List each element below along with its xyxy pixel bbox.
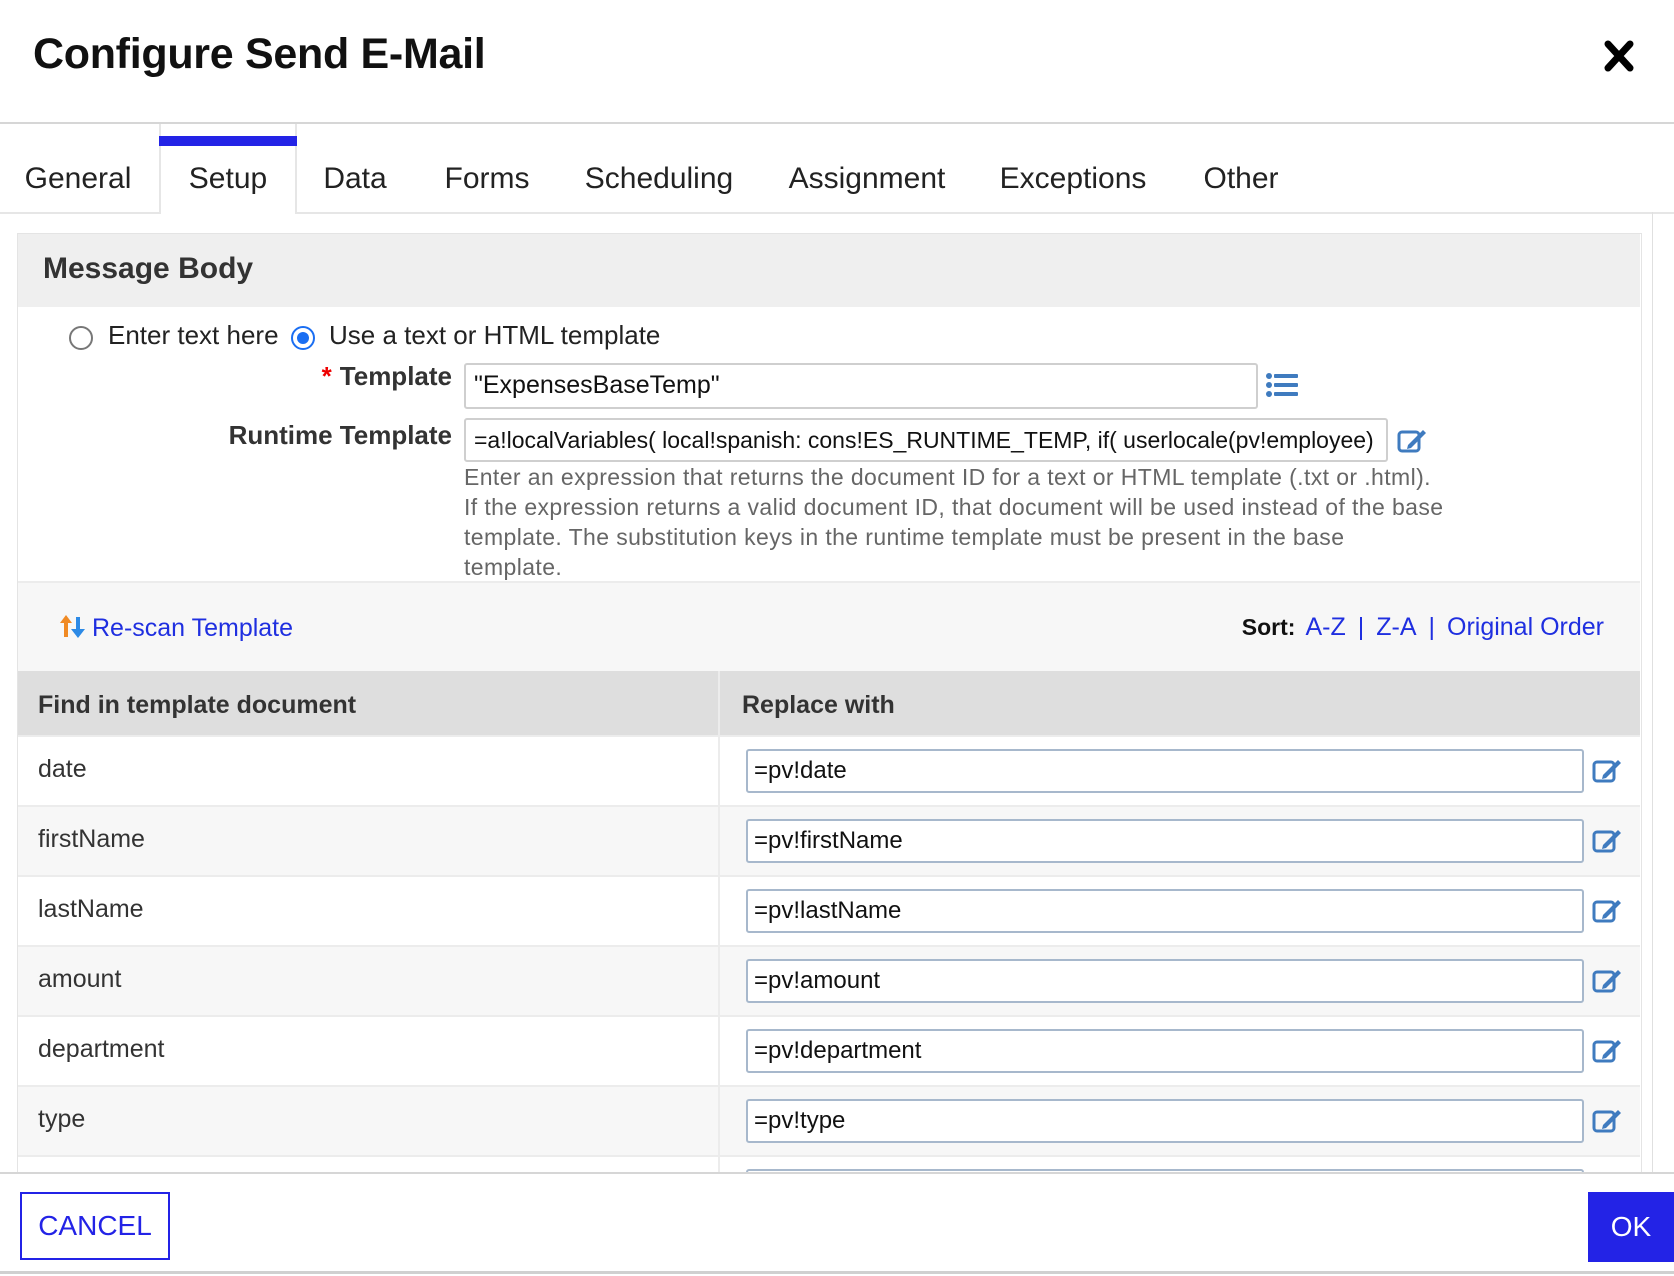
message-body-header: Message Body	[18, 234, 1640, 307]
replace-input[interactable]: =pv!department	[746, 1029, 1584, 1073]
column-replace: Replace with	[742, 691, 895, 719]
replace-input[interactable]: =pv!firstName	[746, 819, 1584, 863]
tab-data[interactable]: Data	[310, 124, 400, 212]
table-header: Find in template document Replace with	[18, 671, 1640, 735]
radio-use-template-label[interactable]: Use a text or HTML template	[329, 320, 660, 351]
find-key: amount	[38, 965, 122, 993]
tab-other[interactable]: Other	[1196, 124, 1286, 212]
scrollbar[interactable]	[1652, 212, 1653, 1172]
find-key: department	[38, 1035, 165, 1063]
ok-button[interactable]: OK	[1588, 1192, 1674, 1262]
find-key: date	[38, 755, 87, 783]
find-key: lastName	[38, 895, 144, 923]
required-marker: *	[321, 361, 332, 391]
table-row: firstName =pv!firstName	[18, 805, 1640, 875]
runtime-template-label: Runtime Template	[228, 420, 452, 450]
table-row: lastName =pv!lastName	[18, 875, 1640, 945]
edit-icon[interactable]	[1592, 966, 1622, 996]
table-row: date =pv!date	[18, 735, 1640, 805]
cancel-button[interactable]: CANCEL	[20, 1192, 170, 1260]
edit-icon[interactable]	[1592, 896, 1622, 926]
replace-input[interactable]: =pv!type	[746, 1099, 1584, 1143]
replace-input[interactable]: =pv!amount	[746, 959, 1584, 1003]
sort-a-z[interactable]: A-Z	[1305, 613, 1345, 641]
find-key: firstName	[38, 825, 145, 853]
edit-icon[interactable]	[1592, 1036, 1622, 1066]
replace-input[interactable]: =pv!lastName	[746, 889, 1584, 933]
tab-assignment[interactable]: Assignment	[780, 124, 954, 212]
dialog-footer: CANCEL OK	[0, 1172, 1674, 1276]
tab-forms[interactable]: Forms	[436, 124, 538, 212]
list-icon[interactable]	[1265, 372, 1299, 405]
template-label: * Template	[321, 361, 452, 391]
tab-bar: General Setup Data Forms Scheduling Assi…	[0, 124, 1674, 214]
edit-icon[interactable]	[1592, 756, 1622, 786]
table-row: department =pv!department	[18, 1015, 1640, 1085]
sort-separator: |	[1428, 613, 1436, 641]
close-icon[interactable]	[1602, 36, 1636, 76]
runtime-template-help: Enter an expression that returns the doc…	[464, 464, 1444, 580]
sort-z-a[interactable]: Z-A	[1376, 613, 1416, 641]
table-row: type =pv!type	[18, 1085, 1640, 1155]
sort-separator: |	[1357, 613, 1365, 641]
setup-panel: Message Body Enter text here Use a text …	[17, 233, 1642, 1174]
replace-input[interactable]: =pv!date	[746, 749, 1584, 793]
tab-general[interactable]: General	[8, 124, 148, 212]
tab-setup[interactable]: Setup	[159, 124, 297, 214]
dialog-header: Configure Send E-Mail	[0, 0, 1674, 124]
table-row: amount =pv!amount	[18, 945, 1640, 1015]
sort-original-order[interactable]: Original Order	[1447, 613, 1604, 641]
column-find: Find in template document	[38, 691, 357, 719]
mapping-toolbar: Re-scan Template Sort: A-Z | Z-A | Original O…	[18, 581, 1640, 673]
radio-use-template[interactable]	[291, 326, 315, 350]
tab-exceptions[interactable]: Exceptions	[996, 124, 1150, 212]
dialog-title: Configure Send E-Mail	[33, 30, 486, 78]
sort-label: Sort:	[1241, 614, 1296, 640]
rescan-icon	[58, 613, 88, 646]
radio-enter-text[interactable]	[69, 326, 93, 350]
radio-enter-text-label[interactable]: Enter text here	[108, 320, 279, 351]
tab-scheduling[interactable]: Scheduling	[578, 124, 740, 212]
find-key: type	[38, 1105, 86, 1133]
template-input[interactable]: "ExpensesBaseTemp"	[464, 363, 1258, 409]
runtime-template-input[interactable]: =a!localVariables( local!spanish: cons!E…	[464, 418, 1388, 462]
sort-controls: Sort: A-Z | Z-A | Original Order	[1242, 613, 1604, 642]
column-divider	[718, 671, 720, 1174]
edit-icon[interactable]	[1592, 826, 1622, 856]
edit-icon[interactable]	[1592, 1106, 1622, 1136]
rescan-template-link[interactable]: Re-scan Template	[58, 613, 293, 646]
edit-icon[interactable]	[1397, 426, 1427, 459]
section-title: Message Body	[43, 252, 254, 285]
